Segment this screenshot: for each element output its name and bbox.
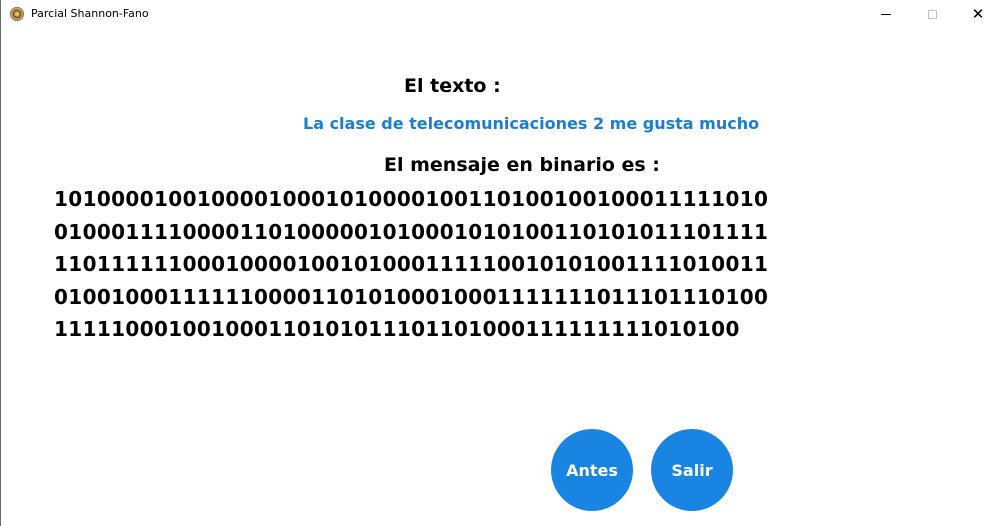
maximize-button[interactable] — [909, 0, 955, 28]
close-icon: ✕ — [971, 4, 985, 23]
binary-line: 1010000100100001000101000010011010010010… — [54, 187, 769, 211]
text-heading: El texto : — [404, 75, 501, 97]
antes-button[interactable]: Antes — [551, 429, 633, 511]
binary-line: 0100100011111100001101010001000111111101… — [54, 284, 769, 309]
salir-button-label: Salir — [671, 460, 713, 480]
minimize-icon — [881, 13, 891, 15]
title-bar[interactable]: Parcial Shannon-Fano ✕ — [1, 0, 1001, 30]
window-title: Parcial Shannon-Fano — [31, 7, 149, 20]
close-button[interactable]: ✕ — [955, 0, 1001, 28]
binary-heading: El mensaje en binario es : — [384, 154, 660, 176]
input-text-value: La clase de telecomunicaciones 2 me gust… — [303, 114, 760, 133]
app-window: Parcial Shannon-Fano ✕ El texto : La cla… — [0, 0, 1001, 526]
antes-button-label: Antes — [566, 460, 618, 480]
binary-line: 1101111110001000010010100011111001010100… — [54, 252, 769, 276]
binary-line: 1111100010010001101010111011010001111111… — [54, 317, 740, 341]
binary-output: 1010000100100001000101000010011010010010… — [54, 183, 774, 346]
minimize-button[interactable] — [863, 0, 909, 28]
app-medallion-icon — [10, 7, 24, 21]
binary-line: 0100011110000110100000101000101010011010… — [54, 219, 769, 244]
salir-button[interactable]: Salir — [651, 429, 733, 511]
maximize-icon — [927, 9, 937, 19]
